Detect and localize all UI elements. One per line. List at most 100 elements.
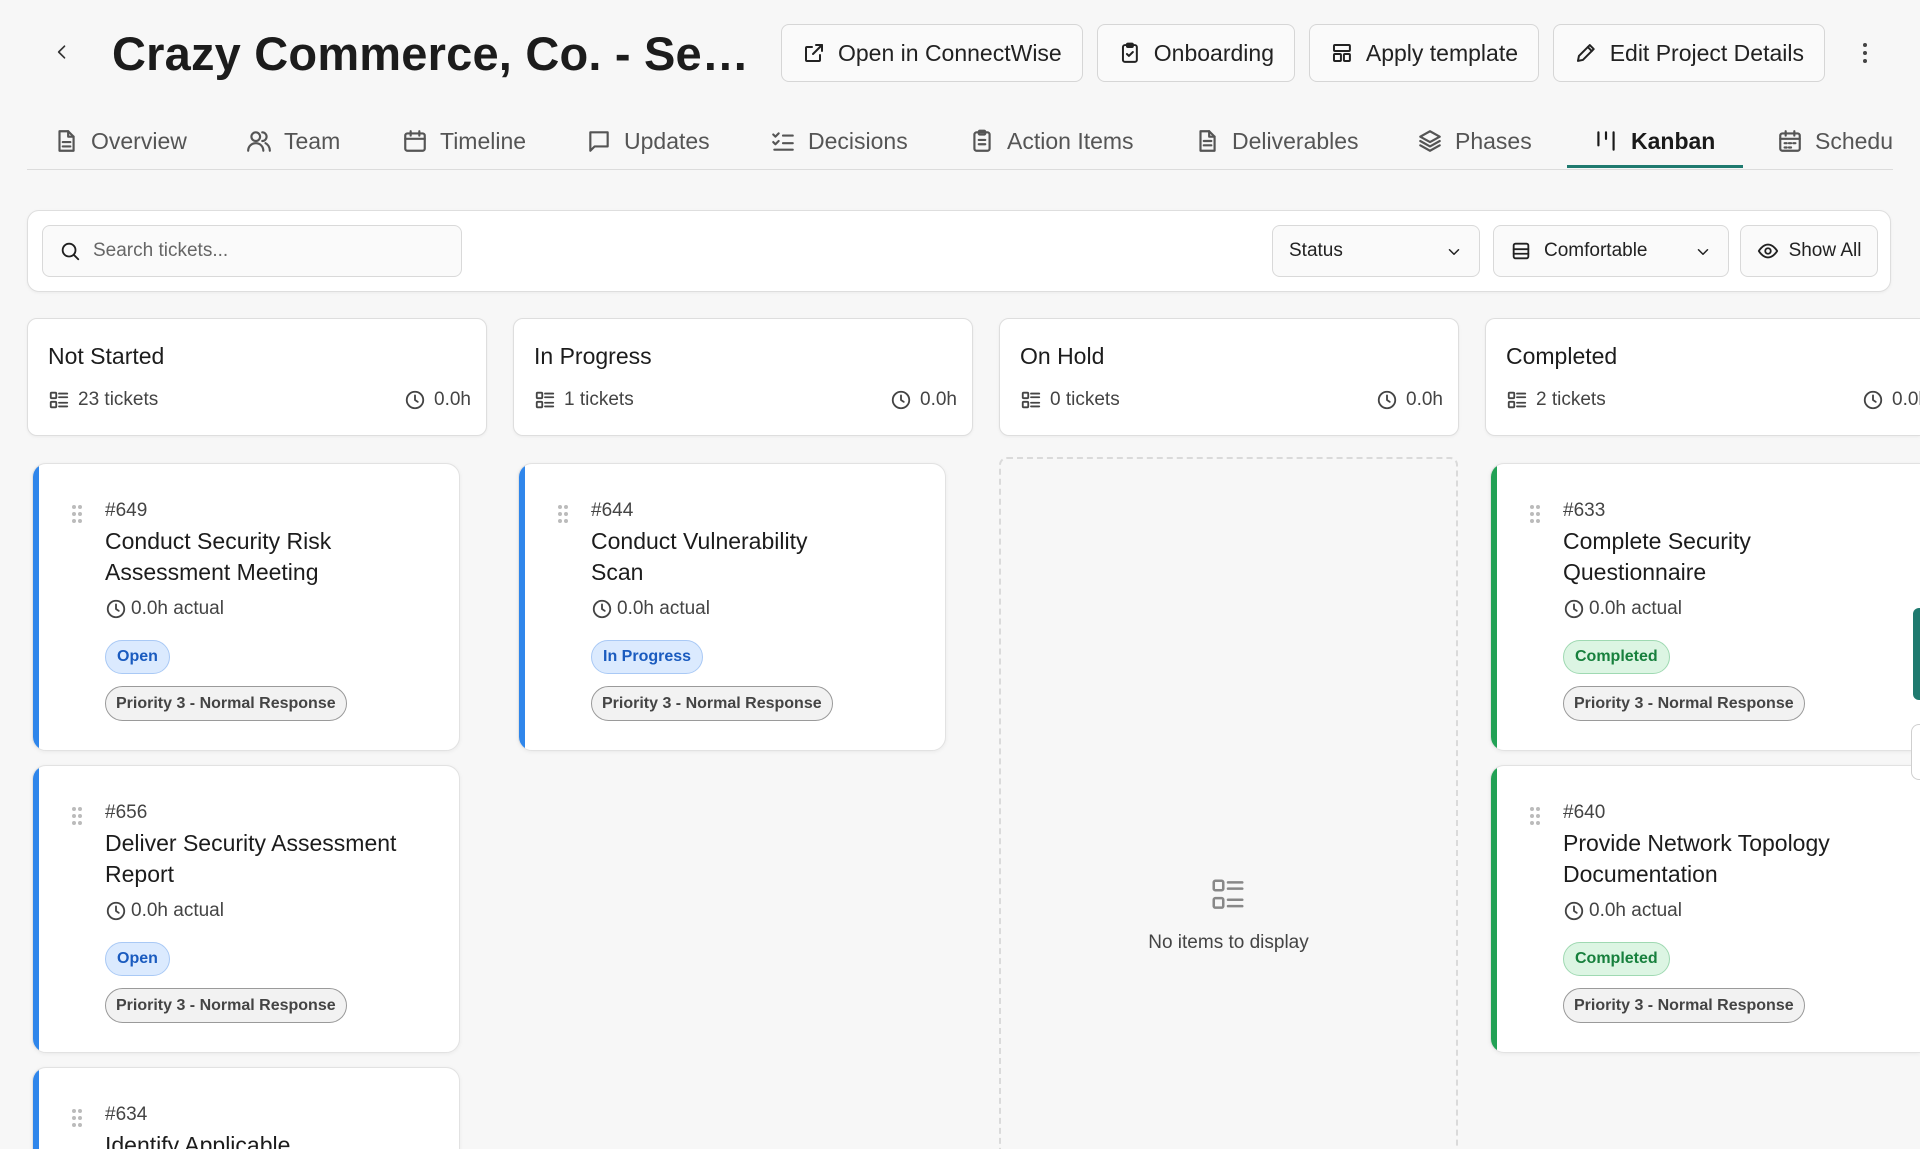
ticket-title: Conduct Security Risk Assessment Meeting — [105, 528, 332, 585]
search-box — [42, 225, 462, 277]
clipboard-check-icon — [1121, 42, 1138, 63]
status-filter-select[interactable]: Status — [1272, 225, 1480, 277]
empty-list-icon — [1212, 879, 1244, 909]
message-icon — [589, 131, 609, 152]
ticket-title: Conduct Vulnerability Scan — [591, 528, 808, 585]
density-select[interactable]: Comfortable — [1493, 225, 1729, 277]
ticket-card-656[interactable]: #656 Deliver Security Assessment Report … — [32, 765, 460, 1053]
ticket-title: Identify Applicable — [105, 1132, 291, 1149]
tab-action-items[interactable]: Action Items — [969, 112, 1134, 169]
column-title: On Hold — [1020, 343, 1105, 369]
ticket-number: #633 — [1563, 500, 1606, 521]
show-all-button[interactable]: Show All — [1740, 225, 1878, 277]
clock-icon — [106, 901, 126, 921]
column-ticket-count: 23 tickets — [48, 389, 158, 411]
drag-handle-icon[interactable] — [71, 1108, 83, 1128]
clock-icon — [891, 390, 911, 410]
ticket-card-644[interactable]: #644 Conduct Vulnerability Scan 0.0h act… — [518, 463, 946, 751]
drag-handle-icon[interactable] — [71, 806, 83, 826]
search-icon — [61, 242, 80, 261]
drag-handle-icon[interactable] — [557, 504, 569, 524]
checklist-icon — [772, 132, 794, 151]
ticket-card-649[interactable]: #649 Conduct Security Risk Assessment Me… — [32, 463, 460, 751]
drag-handle-icon[interactable] — [1529, 806, 1541, 826]
ticket-card-634[interactable]: #634 Identify Applicable — [32, 1067, 460, 1149]
column-hours: 0.0h — [890, 389, 957, 411]
list-icon — [49, 391, 69, 409]
clock-icon — [405, 390, 425, 410]
ticket-title: Deliver Security Assessment Report — [105, 830, 397, 887]
density-select-value: Comfortable — [1544, 240, 1648, 261]
column-hours: 0.0h — [404, 389, 471, 411]
column-ticket-count: 1 tickets — [534, 389, 634, 411]
ticket-actual-hours: 0.0h actual — [591, 598, 710, 620]
side-panel-handle[interactable] — [1911, 724, 1920, 780]
tab-label: Updates — [624, 127, 710, 154]
status-badge: Completed — [1563, 942, 1670, 976]
ticket-number: #649 — [105, 500, 148, 521]
tab-label: Deliverables — [1232, 127, 1359, 154]
column-hours: 0.0h — [1376, 389, 1443, 411]
back-button[interactable] — [46, 36, 78, 68]
connectwise-label: Open in ConnectWise — [838, 39, 1062, 66]
empty-state-message: No items to display — [1148, 932, 1309, 953]
status-color-bar — [1491, 464, 1497, 750]
page-title: Crazy Commerce, Co. - Security Assessmen… — [112, 27, 762, 80]
project-tabs: Overview Team Timeline Updates Decisions… — [27, 112, 1893, 170]
tab-updates[interactable]: Updates — [586, 112, 710, 169]
tab-label: Overview — [91, 127, 187, 154]
column-header-not-started: Not Started 23 tickets 0.0h — [27, 318, 487, 436]
ticket-number: #656 — [105, 802, 148, 823]
empty-column-dropzone[interactable] — [999, 457, 1458, 1149]
priority-badge: Priority 3 - Normal Response — [105, 988, 347, 1023]
clock-icon — [1863, 390, 1883, 410]
drag-handle-icon[interactable] — [71, 504, 83, 524]
chevron-down-icon — [1448, 249, 1460, 255]
tab-label: Timeline — [440, 127, 527, 154]
status-select-value: Status — [1289, 240, 1343, 261]
column-header-on-hold: On Hold 0 tickets 0.0h — [999, 318, 1459, 436]
status-color-bar — [1491, 766, 1497, 1052]
ticket-card-640[interactable]: #640 Provide Network Topology Documentat… — [1490, 765, 1920, 1053]
edit-project-label: Edit Project Details — [1609, 39, 1804, 66]
calendar-icon — [404, 130, 426, 152]
search-input[interactable] — [93, 240, 433, 262]
priority-badge: Priority 3 - Normal Response — [1563, 686, 1805, 721]
layers-icon — [1419, 130, 1441, 152]
column-ticket-count: 0 tickets — [1020, 389, 1120, 411]
status-badge: Open — [105, 942, 170, 976]
clipboard-icon — [973, 129, 991, 152]
status-color-bar — [519, 464, 525, 750]
apply-template-button[interactable]: Apply template — [1309, 24, 1539, 82]
ticket-number: #640 — [1563, 802, 1606, 823]
onboarding-button[interactable]: Onboarding — [1097, 24, 1295, 82]
more-options-button[interactable] — [1850, 36, 1880, 70]
tab-overview[interactable]: Overview — [53, 112, 187, 169]
ticket-card-633[interactable]: #633 Complete Security Questionnaire 0.0… — [1490, 463, 1920, 751]
status-badge: Open — [105, 640, 170, 674]
priority-badge: Priority 3 - Normal Response — [1563, 988, 1805, 1023]
status-color-bar — [33, 464, 39, 750]
tab-decisions[interactable]: Decisions — [770, 112, 908, 169]
tab-deliverables[interactable]: Deliverables — [1194, 112, 1359, 169]
status-badge: In Progress — [591, 640, 704, 674]
open-in-connectwise-button[interactable]: Open in ConnectWise — [781, 24, 1083, 82]
onboarding-label: Onboarding — [1153, 39, 1274, 66]
tab-label: Phases — [1455, 127, 1532, 154]
drag-handle-icon[interactable] — [1529, 504, 1541, 524]
tab-timeline[interactable]: Timeline — [402, 112, 527, 169]
tab-label: Kanban — [1631, 127, 1716, 154]
priority-badge: Priority 3 - Normal Response — [105, 686, 347, 721]
column-header-completed: Completed 2 tickets 0.0h — [1485, 318, 1920, 436]
edit-project-details-button[interactable]: Edit Project Details — [1553, 24, 1825, 82]
tab-phases[interactable]: Phases — [1417, 112, 1532, 169]
tab-schedule[interactable]: Schedule — [1777, 112, 1893, 169]
tab-team[interactable]: Team — [246, 112, 340, 169]
pencil-icon — [1576, 44, 1595, 62]
side-panel-tab[interactable] — [1913, 608, 1920, 700]
show-all-label: Show All — [1788, 240, 1862, 261]
users-icon — [247, 131, 271, 152]
tab-kanban[interactable]: Kanban — [1593, 112, 1716, 169]
kebab-menu-icon — [1863, 43, 1867, 63]
clock-icon — [106, 599, 126, 619]
